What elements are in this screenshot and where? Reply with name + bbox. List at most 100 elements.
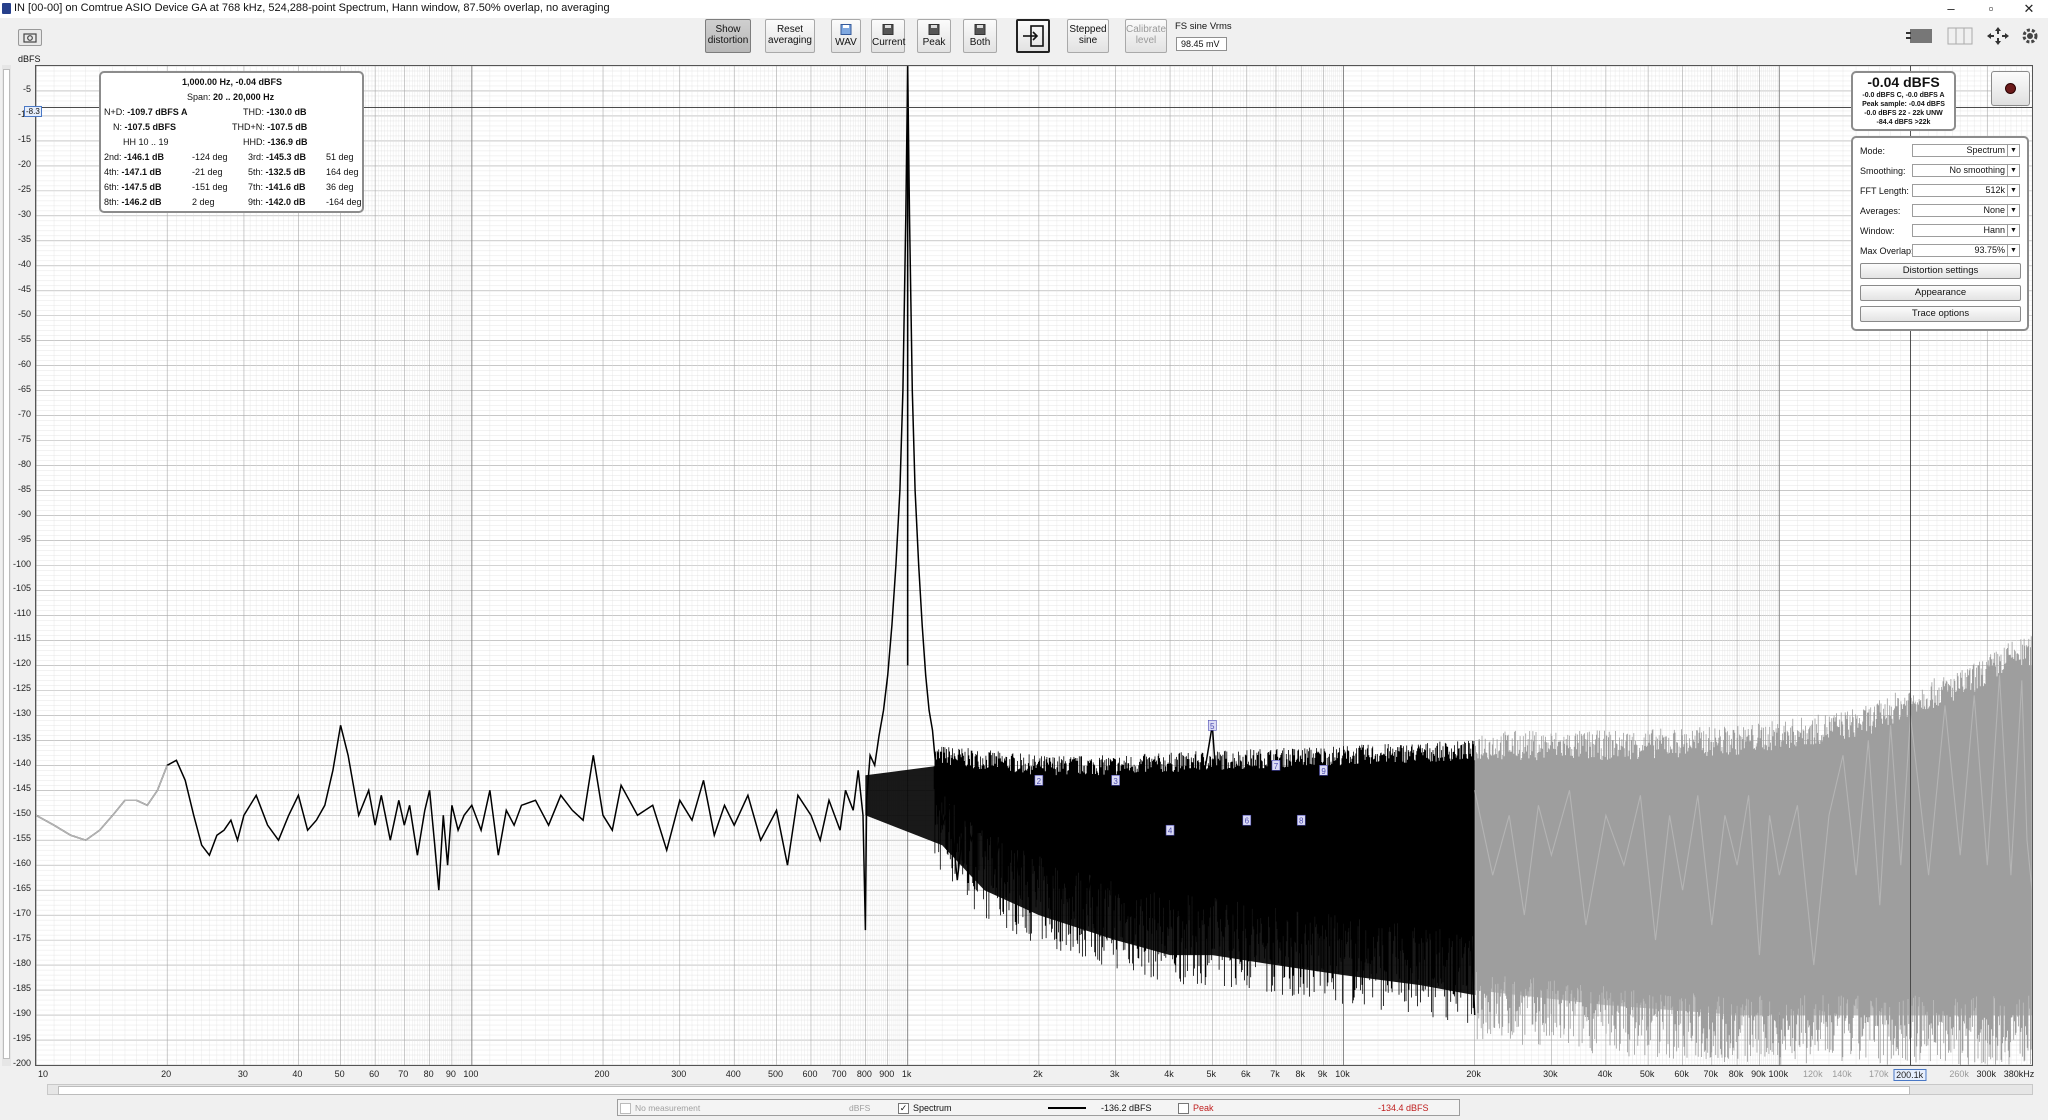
chevron-down-icon: ▼ xyxy=(2007,145,2019,156)
fft-length-select[interactable]: 512k ▼ xyxy=(1912,184,2020,197)
x-tick-label: 50k xyxy=(1639,1069,1655,1079)
window-title: IN [00-00] on Comtrue ASIO Device GA at … xyxy=(14,2,610,14)
app-icon xyxy=(2,3,11,14)
wav-button[interactable]: WAV xyxy=(831,19,861,53)
spectrum-checkbox[interactable]: ✓ xyxy=(898,1103,909,1114)
x-tick-label: 140k xyxy=(1832,1069,1852,1079)
x-tick-label: 80k xyxy=(1728,1069,1744,1079)
x-tick-label: 200 xyxy=(594,1069,610,1079)
harmonic-marker-label: 3 xyxy=(1113,777,1118,786)
x-tick-label: 120k xyxy=(1803,1069,1823,1079)
harmonic-even-phase: -151 deg xyxy=(192,182,228,192)
fullscreen-icon[interactable] xyxy=(1986,26,2010,46)
harmonic-marker-label: 5 xyxy=(1210,722,1215,731)
span-readout: Span: 20 .. 20,000 Hz xyxy=(187,92,275,102)
save-icon xyxy=(882,24,894,35)
gear-icon[interactable] xyxy=(2020,26,2040,46)
vertical-scrollbar[interactable] xyxy=(2,65,11,1066)
harmonic-marker-label: 2 xyxy=(1037,777,1042,786)
distortion-settings-button[interactable]: Distortion settings xyxy=(1860,263,2021,279)
x-tick-label: 4k xyxy=(1164,1069,1174,1079)
peak-checkbox[interactable] xyxy=(1178,1103,1189,1114)
x-tick-label: 500 xyxy=(767,1069,783,1079)
reset-averaging-button[interactable]: Reset averaging xyxy=(765,19,815,53)
plot-area[interactable]: 2 3 4 5 6 7 8 9 xyxy=(35,65,2033,1066)
hh-range: HH 10 .. 19 xyxy=(123,137,169,147)
no-measurement-checkbox[interactable] xyxy=(620,1103,631,1114)
level-line2: Peak sample: -0.04 dBFS xyxy=(1862,101,1945,108)
x-tick-label: 40k xyxy=(1597,1069,1613,1079)
thd-readout: THD: -130.0 dB xyxy=(243,107,307,117)
import-button[interactable] xyxy=(1016,19,1050,53)
averages-label: Averages: xyxy=(1860,206,1901,216)
record-button[interactable] xyxy=(1991,71,2030,106)
averages-select[interactable]: None ▼ xyxy=(1912,204,2020,217)
smoothing-label: Smoothing: xyxy=(1860,166,1906,176)
harmonic-marker-label: 6 xyxy=(1245,817,1250,826)
x-tick-label: 20 xyxy=(161,1069,172,1079)
x-tick-label: 80 xyxy=(423,1069,434,1079)
harmonic-even-phase: -124 deg xyxy=(192,152,228,162)
save-icon xyxy=(974,24,986,35)
trace-options-button[interactable]: Trace options xyxy=(1860,306,2021,322)
x-tick-label: 7k xyxy=(1270,1069,1280,1079)
horizontal-scroll-thumb[interactable] xyxy=(58,1086,1910,1095)
calibrate-level-button[interactable]: Calibrate level xyxy=(1125,19,1167,53)
vertical-scroll-thumb[interactable] xyxy=(3,69,10,1059)
mode-select[interactable]: Spectrum ▼ xyxy=(1912,144,2020,157)
columns-icon[interactable] xyxy=(1946,26,1974,46)
x-tick-label: 600 xyxy=(802,1069,818,1079)
x-tick-label: 200.1k xyxy=(1893,1069,1927,1081)
stepped-sine-button[interactable]: Stepped sine xyxy=(1067,19,1109,53)
current-button[interactable]: Current xyxy=(871,19,905,53)
both-button[interactable]: Both xyxy=(963,19,997,53)
spectrum-lead-in xyxy=(35,765,168,842)
camera-icon[interactable] xyxy=(18,29,42,46)
fs-sine-label: FS sine Vrms xyxy=(1175,21,1232,32)
save-icon xyxy=(928,24,940,35)
maximize-button[interactable]: ▫ xyxy=(1972,0,2010,18)
harmonic-even-value: 8th: -146.2 dB xyxy=(104,197,162,207)
x-tick-label: 6k xyxy=(1241,1069,1251,1079)
x-tick-label: 2k xyxy=(1033,1069,1043,1079)
close-button[interactable]: ✕ xyxy=(2010,0,2048,18)
x-tick-label: 800 xyxy=(856,1069,872,1079)
x-tick-label: 10k xyxy=(1335,1069,1350,1079)
no-measurement-label: No measurement xyxy=(635,1103,701,1113)
fundamental-readout: 1,000.00 Hz, -0.04 dBFS xyxy=(182,77,283,87)
fs-sine-input[interactable]: 98.45 mV xyxy=(1176,37,1227,51)
minimize-button[interactable]: – xyxy=(1932,0,1970,18)
x-tick-label: 380kHz xyxy=(2003,1069,2035,1079)
max-overlap-select[interactable]: 93.75% ▼ xyxy=(1912,244,2020,257)
chevron-down-icon: ▼ xyxy=(2007,245,2019,256)
x-tick-label: 170k xyxy=(1868,1069,1889,1079)
x-tick-label: 70 xyxy=(398,1069,409,1079)
horizontal-scrollbar[interactable] xyxy=(47,1084,2033,1095)
show-distortion-button[interactable]: Show distortion xyxy=(705,19,751,53)
appearance-button[interactable]: Appearance xyxy=(1860,285,2021,301)
harmonic-even-value: 2nd: -146.1 dB xyxy=(104,152,165,162)
level-line4: -84.4 dBFS >22k xyxy=(1876,119,1931,126)
max-overlap-label: Max Overlap: xyxy=(1860,246,1914,256)
spectrum-legend-value: -136.2 dBFS xyxy=(1101,1103,1152,1113)
no-measurement-unit: dBFS xyxy=(849,1103,871,1113)
hhd-readout: HHD: -136.9 dB xyxy=(243,137,308,147)
x-tick-label: 30 xyxy=(237,1069,248,1079)
x-tick-label: 10 xyxy=(37,1069,49,1079)
harmonic-even-phase: 2 deg xyxy=(192,197,215,207)
harmonic-odd-value: 9th: -142.0 dB xyxy=(248,197,306,207)
peak-button[interactable]: Peak xyxy=(917,19,951,53)
layout-icon[interactable] xyxy=(1906,26,1934,46)
import-icon xyxy=(1023,25,1044,47)
harmonic-odd-value: 3rd: -145.3 dB xyxy=(248,152,307,162)
harmonic-odd-phase: 51 deg xyxy=(326,152,354,162)
harmonic-odd-value: 5th: -132.5 dB xyxy=(248,167,306,177)
smoothing-select[interactable]: No smoothing ▼ xyxy=(1912,164,2020,177)
title-bar: IN [00-00] on Comtrue ASIO Device GA at … xyxy=(0,0,2048,18)
harmonic-odd-phase: 164 deg xyxy=(326,167,359,177)
harmonic-marker-label: 4 xyxy=(1168,827,1173,836)
window-select[interactable]: Hann ▼ xyxy=(1912,224,2020,237)
x-tick-label: 100 xyxy=(463,1069,479,1079)
x-tick-label: 300k xyxy=(1976,1069,1997,1079)
x-tick-label: 5k xyxy=(1206,1069,1217,1079)
